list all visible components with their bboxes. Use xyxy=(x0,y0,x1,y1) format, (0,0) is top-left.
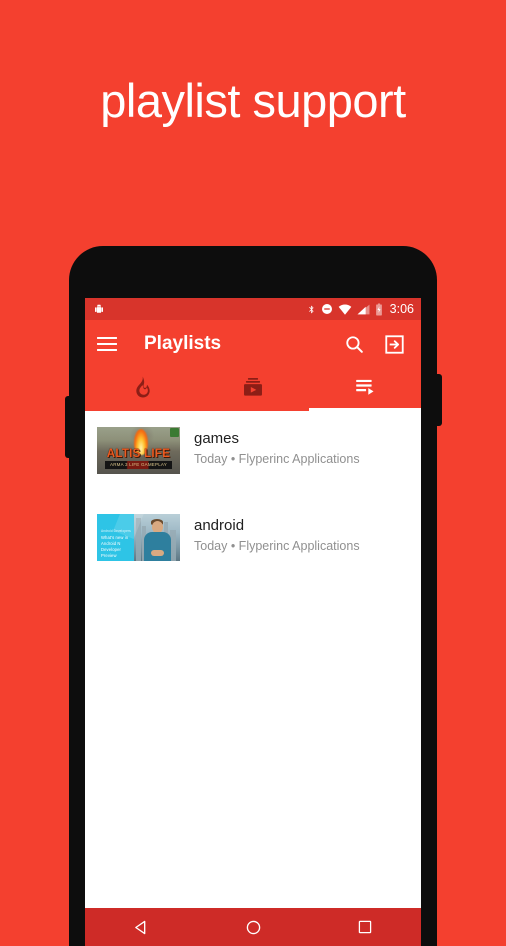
battery-charging-icon xyxy=(375,303,383,316)
cellular-signal-icon xyxy=(357,304,370,315)
tab-active-indicator xyxy=(308,408,421,411)
android-thumb-caption-text: What's new in Android N Developer Previe… xyxy=(101,535,129,558)
tab-playlists[interactable] xyxy=(309,368,421,411)
app-bar: Playlists xyxy=(85,320,421,368)
list-item-subtitle: Today • Flyperinc Applications xyxy=(194,539,360,553)
tab-bar xyxy=(85,368,421,411)
sign-in-icon[interactable] xyxy=(379,329,409,359)
flame-icon xyxy=(132,376,151,403)
status-bar-right: 3:06 xyxy=(307,302,414,316)
system-navigation-bar xyxy=(85,908,421,946)
altis-life-thumbnail: ALTIS LIFE ARMA 3 LIFE GAMEPLAY xyxy=(97,427,180,474)
nav-back-icon[interactable] xyxy=(120,908,162,946)
list-item-text: games Today • Flyperinc Applications xyxy=(194,427,360,468)
tab-trending[interactable] xyxy=(85,368,197,411)
search-icon[interactable] xyxy=(339,329,369,359)
app-bar-title: Playlists xyxy=(144,333,222,354)
power-button[interactable] xyxy=(436,374,442,426)
status-bar-left xyxy=(93,303,307,315)
person-hands xyxy=(150,550,164,556)
nav-recents-icon[interactable] xyxy=(344,908,386,946)
nav-home-icon[interactable] xyxy=(232,908,274,946)
person-body xyxy=(143,532,171,561)
list-item-title: games xyxy=(194,430,240,447)
android-thumb-channel: Android Developers xyxy=(101,529,131,533)
list-item-subtitle: Today • Flyperinc Applications xyxy=(194,452,360,466)
altis-badge-icon xyxy=(170,428,179,437)
wifi-icon xyxy=(338,304,352,315)
phone-screen: 3:06 Playlists ALTIS LIFE ARMA 3 LIFE GA… xyxy=(85,298,421,946)
status-bar-time: 3:06 xyxy=(389,302,414,316)
list-item-title: android xyxy=(194,517,245,534)
playlist-list: ALTIS LIFE ARMA 3 LIFE GAMEPLAY games To… xyxy=(85,411,421,908)
list-item-text: android Today • Flyperinc Applications xyxy=(194,514,360,555)
android-thumb-caption: Android Developers What's new in Android… xyxy=(101,528,133,559)
android-robot-icon xyxy=(93,303,105,315)
android-n-preview-thumbnail: Android Developers What's new in Android… xyxy=(97,514,180,561)
page-title: playlist support xyxy=(100,74,406,127)
playlist-icon xyxy=(354,376,376,403)
altis-thumbnail-title: ALTIS LIFE xyxy=(106,448,171,460)
list-item[interactable]: ALTIS LIFE ARMA 3 LIFE GAMEPLAY games To… xyxy=(85,417,421,484)
do-not-disturb-icon xyxy=(321,303,333,315)
list-item[interactable]: Android Developers What's new in Android… xyxy=(85,504,421,571)
tab-subscriptions[interactable] xyxy=(197,368,309,411)
hamburger-menu-icon[interactable] xyxy=(97,336,117,352)
bluetooth-icon xyxy=(307,303,316,316)
subscriptions-icon xyxy=(242,376,264,403)
altis-thumbnail-subtitle: ARMA 3 LIFE GAMEPLAY xyxy=(105,461,172,469)
phone-device-frame: 3:06 Playlists ALTIS LIFE ARMA 3 LIFE GA… xyxy=(65,246,442,946)
status-bar: 3:06 xyxy=(85,298,421,320)
volume-button[interactable] xyxy=(65,396,70,458)
